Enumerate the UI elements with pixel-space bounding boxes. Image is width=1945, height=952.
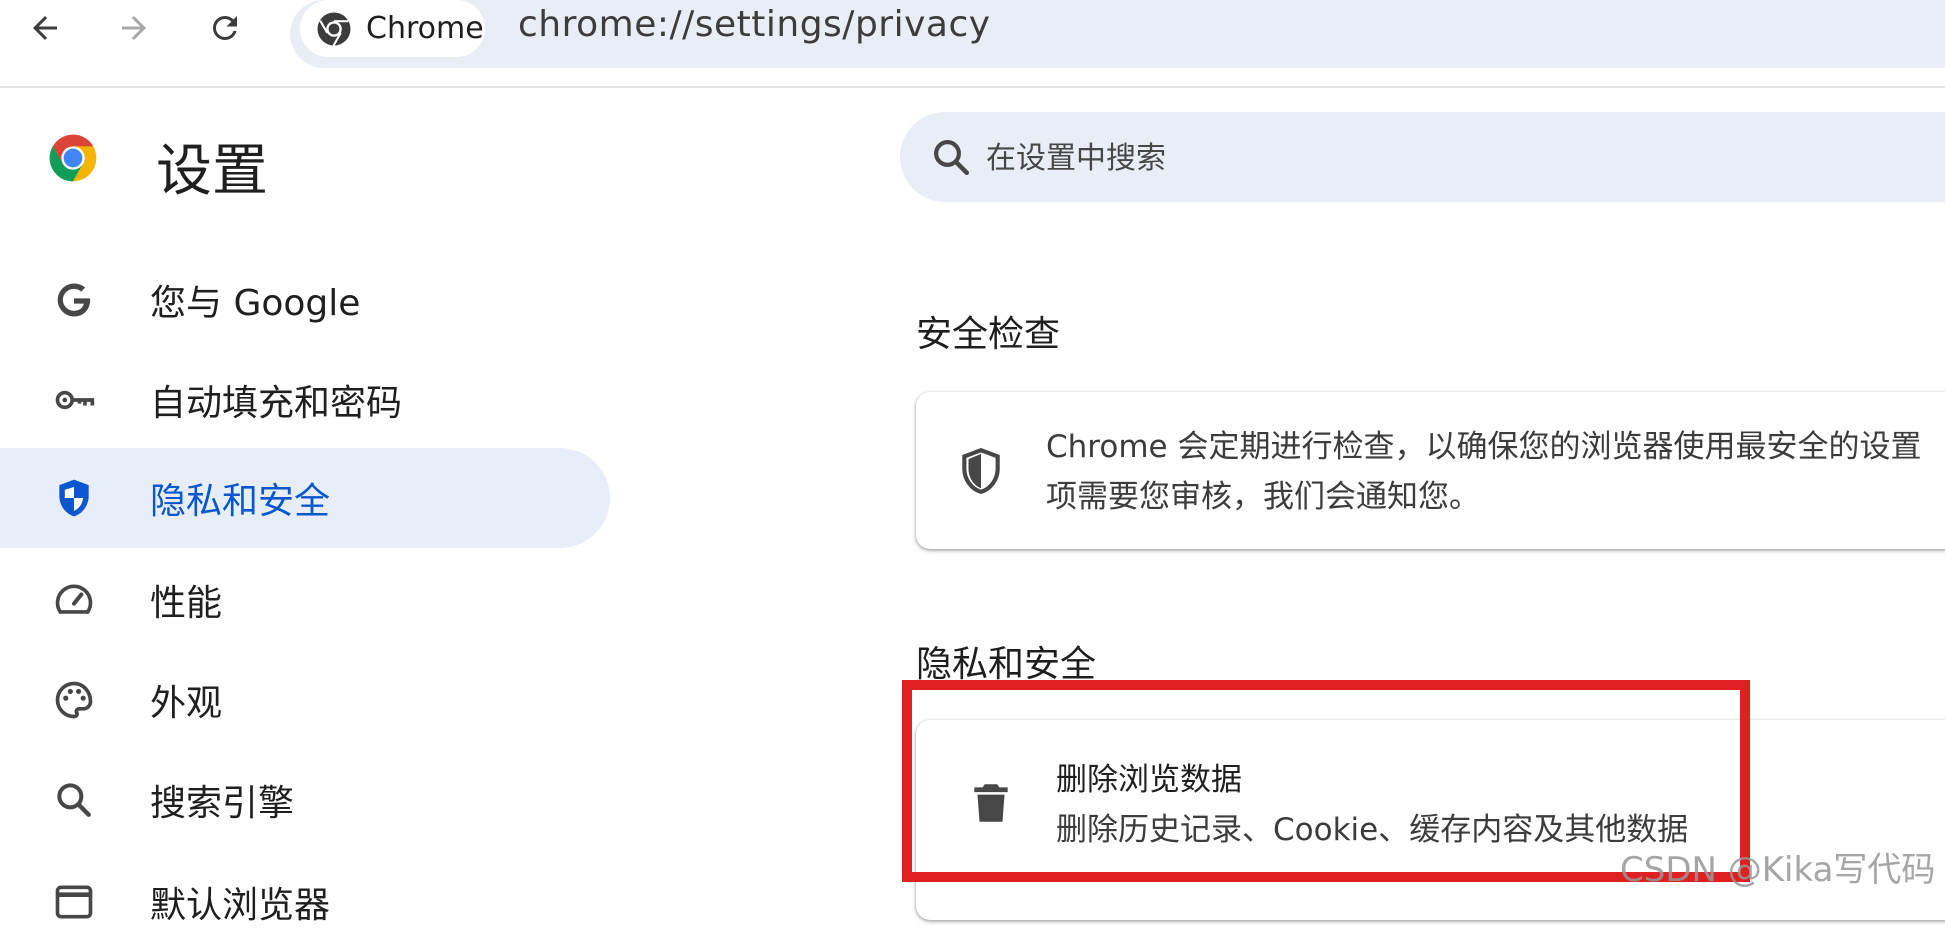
sidebar-item-privacy[interactable]: 隐私和安全: [0, 448, 610, 548]
sidebar-item-label: 性能: [150, 583, 223, 624]
arrow-left-icon: [33, 16, 57, 40]
shield-icon: [956, 446, 1006, 496]
arrow-right-icon: [122, 16, 146, 40]
key-icon: [50, 376, 98, 424]
safety-check-heading: 安全检查: [916, 314, 1061, 355]
sidebar-item-default-browser[interactable]: 默认浏览器: [0, 852, 610, 952]
back-button[interactable]: [15, 2, 75, 54]
safety-check-text-line1: Chrome 会定期进行检查，以确保您的浏览器使用最安全的设置: [1046, 429, 1922, 465]
site-chip[interactable]: Chrome: [300, 0, 485, 57]
speedometer-icon: [50, 576, 98, 624]
sidebar-item-you-and-google[interactable]: 您与 Google: [0, 250, 610, 350]
sidebar-item-autofill[interactable]: 自动填充和密码: [0, 350, 610, 450]
chrome-icon: [317, 12, 351, 46]
sidebar-item-label: 自动填充和密码: [150, 383, 403, 424]
search-icon: [934, 140, 970, 176]
sidebar-item-appearance[interactable]: 外观: [0, 650, 610, 750]
page-title: 设置: [156, 139, 268, 204]
search-input[interactable]: [984, 112, 1888, 204]
browser-window-icon: [50, 878, 98, 926]
sidebar-item-performance[interactable]: 性能: [0, 550, 610, 650]
sidebar-item-label: 隐私和安全: [150, 481, 331, 522]
site-chip-label: Chrome: [366, 11, 484, 46]
search-icon: [50, 776, 98, 824]
reload-button[interactable]: [195, 2, 255, 54]
safety-check-text-line2: 项需要您审核，我们会通知您。: [1046, 479, 1480, 515]
url-text[interactable]: chrome://settings/privacy: [518, 4, 991, 45]
browser-toolbar: Chrome chrome://settings/privacy: [0, 0, 1945, 88]
sidebar-item-search-engine[interactable]: 搜索引擎: [0, 750, 610, 850]
watermark: CSDN @Kika写代码: [1620, 850, 1936, 890]
chrome-logo-icon: [49, 134, 97, 182]
forward-button[interactable]: [104, 2, 164, 54]
sidebar-item-label: 搜索引擎: [150, 783, 295, 824]
sidebar-item-label: 您与 Google: [150, 283, 361, 324]
safety-check-card[interactable]: Chrome 会定期进行检查，以确保您的浏览器使用最安全的设置 项需要您审核，我…: [916, 392, 1945, 549]
reload-icon: [212, 15, 237, 40]
google-g-icon: [50, 276, 98, 324]
sidebar-item-label: 默认浏览器: [150, 885, 331, 926]
address-bar[interactable]: Chrome chrome://settings/privacy: [290, 0, 1945, 68]
sidebar-item-label: 外观: [150, 683, 223, 724]
shield-icon: [50, 474, 98, 522]
palette-icon: [50, 676, 98, 724]
settings-search[interactable]: [900, 112, 1945, 204]
